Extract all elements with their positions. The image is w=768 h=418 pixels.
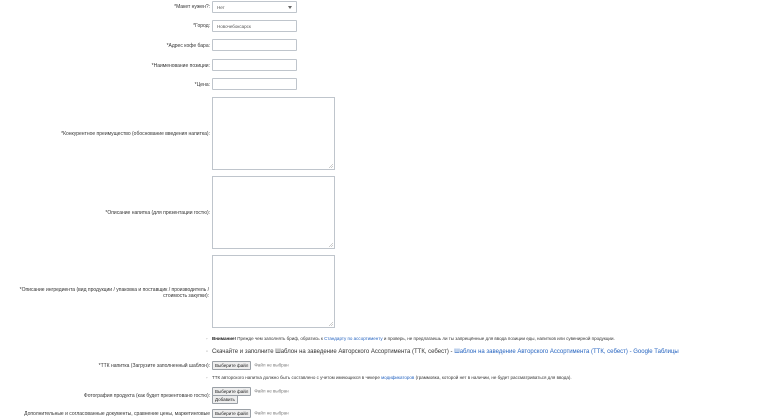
city-label: *Город:	[193, 23, 210, 29]
photo-add-button[interactable]: Добавить	[212, 395, 238, 404]
warning-text-pre: Прежде чем заполнять бриф, обратись к	[236, 336, 325, 341]
ttk-file-input[interactable]: Выберите файл Файл не выбран	[212, 361, 289, 370]
address-label: *Адрес кофе бара:	[166, 43, 210, 49]
warning-note: ◦ Внимание! Прежде чем заполнять бриф, об…	[206, 336, 615, 342]
ingredients-label: *Описание ингредиента (вид продукции / у…	[19, 287, 209, 299]
ttk-choose-file-button[interactable]: Выберите файл	[212, 361, 252, 370]
photo-label: Фотография продукта (как будет презентов…	[83, 393, 210, 399]
need-layout-label: *Макет нужен?:	[174, 4, 210, 10]
advantage-label: *Конкурентное преимущество (обоснование …	[61, 131, 210, 137]
city-value: Новочебоксарск	[217, 24, 251, 29]
price-input[interactable]	[212, 78, 297, 90]
extra-file-status: Файл не выбран	[254, 410, 289, 416]
template-text: Скачайте и заполните Шаблон на заведение…	[212, 349, 455, 355]
template-note: ◦ Скачайте и заполните Шаблон на заведени…	[206, 348, 679, 356]
photo-add-row: Добавить	[212, 395, 241, 404]
need-layout-select[interactable]: Нет	[212, 1, 297, 13]
description-label: *Описание напитка (для презентации гостю…	[105, 210, 210, 216]
price-label: *Цена:	[194, 82, 210, 88]
ttk-note-pre: ТТК авторского напитка должно быть соста…	[212, 375, 382, 380]
ttk-file-status: Файл не выбран	[254, 362, 289, 368]
advantage-textarea[interactable]	[212, 97, 335, 170]
item-name-label: *Наименование позиции:	[151, 63, 210, 69]
ttk-note: ◦ ТТК авторского напитка должно быть сост…	[206, 375, 572, 381]
ingredients-textarea[interactable]	[212, 255, 335, 328]
warning-text-post: и проверь, не предлагаешь ли ты запрещён…	[382, 336, 615, 341]
extra-docs-label: Дополнительные и согласованные документы…	[24, 411, 210, 417]
template-link[interactable]: Шаблон на заведение Авторского Ассортиме…	[454, 349, 679, 355]
ttk-note-post: (граммовка, которой нет в наличии, не бу…	[414, 375, 572, 380]
warning-title: Внимание!	[212, 336, 236, 341]
modifiers-link[interactable]: модификаторов	[381, 375, 414, 380]
resize-grip-icon[interactable]	[329, 164, 333, 168]
description-textarea[interactable]	[212, 176, 335, 249]
address-input[interactable]	[212, 39, 297, 51]
resize-grip-icon[interactable]	[329, 322, 333, 326]
assortment-standard-link[interactable]: Стандарту по ассортименту	[324, 336, 383, 341]
item-name-input[interactable]	[212, 59, 297, 71]
ttk-label: *ТТК напитка (Загрузите заполненный шабл…	[98, 363, 210, 369]
resize-grip-icon[interactable]	[329, 243, 333, 247]
need-layout-value: Нет	[217, 5, 225, 10]
photo-file-status: Файл не выбран	[254, 388, 289, 394]
city-input[interactable]: Новочебоксарск	[212, 20, 297, 32]
